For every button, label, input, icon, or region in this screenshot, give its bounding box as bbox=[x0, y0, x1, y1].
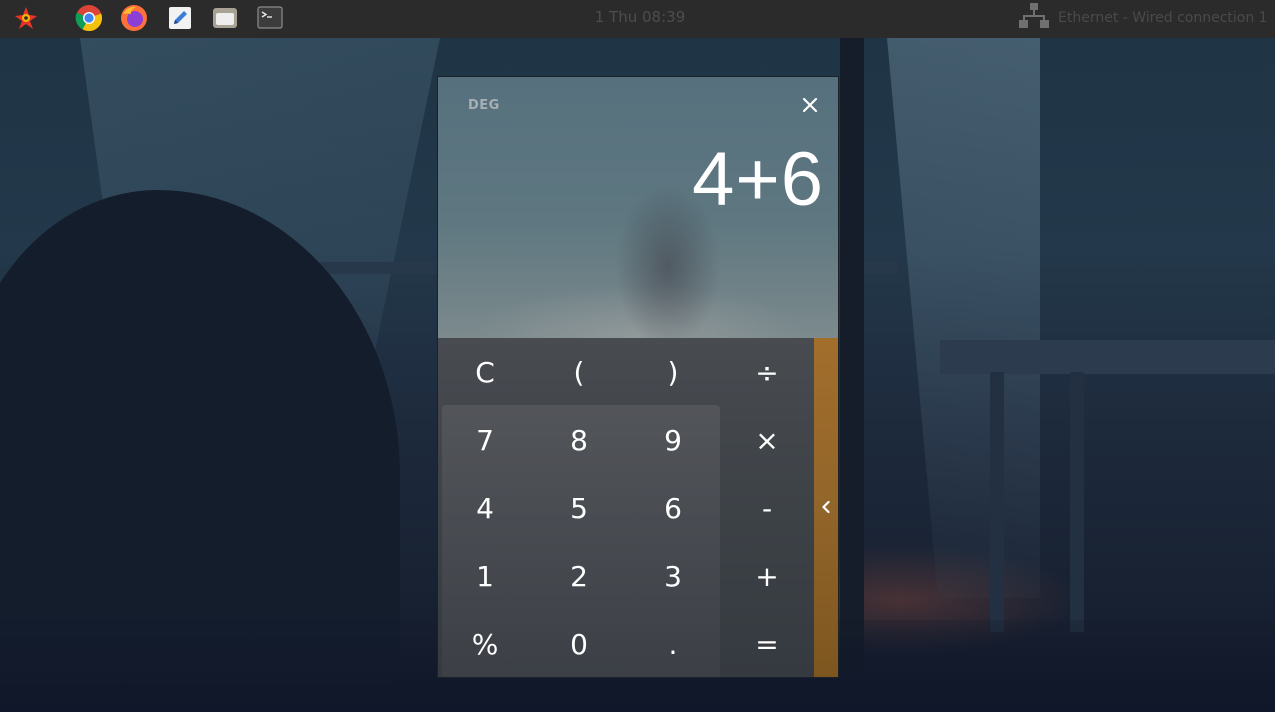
equals-button[interactable]: = bbox=[720, 610, 814, 677]
digit-4-button[interactable]: 4 bbox=[438, 474, 532, 542]
percent-button[interactable]: % bbox=[438, 610, 532, 677]
digit-3-button[interactable]: 3 bbox=[626, 542, 720, 610]
angle-mode-toggle[interactable]: DEG bbox=[468, 98, 500, 113]
advanced-panel-toggle[interactable] bbox=[814, 338, 838, 677]
wallpaper-table-leg bbox=[990, 372, 1004, 632]
close-icon bbox=[802, 97, 818, 117]
network-indicator[interactable]: Ethernet - Wired connection 1 bbox=[1018, 3, 1268, 33]
digit-6-button[interactable]: 6 bbox=[626, 474, 720, 542]
expression-display: 4+6 bbox=[692, 137, 824, 222]
file-manager-icon[interactable] bbox=[211, 4, 239, 32]
network-label: Ethernet - Wired connection 1 bbox=[1058, 10, 1268, 26]
keypad: C() ÷ 7 8 9 × 4 5 6- 1 2 3 +% 0. = bbox=[438, 338, 814, 677]
wallpaper-table-leg bbox=[1070, 372, 1084, 632]
system-menu-icon[interactable] bbox=[12, 4, 40, 32]
digit-7-button[interactable]: 7 bbox=[438, 406, 532, 474]
subtract-button[interactable]: - bbox=[720, 474, 814, 542]
open-paren-button[interactable]: ( bbox=[532, 338, 626, 406]
wallpaper-curtain-right bbox=[887, 38, 1040, 598]
calculator-display: DEG 4+6 bbox=[438, 77, 838, 338]
wallpaper-table bbox=[940, 340, 1275, 374]
network-icon bbox=[1018, 2, 1050, 34]
wallpaper-window-frame bbox=[840, 38, 864, 678]
chevron-left-icon bbox=[821, 499, 831, 518]
divide-button[interactable]: ÷ bbox=[720, 338, 814, 406]
multiply-button[interactable]: × bbox=[720, 406, 814, 474]
text-editor-icon[interactable] bbox=[166, 4, 194, 32]
close-button[interactable] bbox=[794, 91, 826, 123]
digit-9-button[interactable]: 9 bbox=[626, 406, 720, 474]
clock[interactable]: 1 Thu 08:39 bbox=[560, 8, 720, 26]
digit-5-button[interactable]: 5 bbox=[532, 474, 626, 542]
terminal-icon[interactable] bbox=[256, 4, 284, 32]
digit-0-button[interactable]: 0 bbox=[532, 610, 626, 677]
decimal-button[interactable]: . bbox=[626, 610, 720, 677]
digit-2-button[interactable]: 2 bbox=[532, 542, 626, 610]
digit-8-button[interactable]: 8 bbox=[532, 406, 626, 474]
close-paren-button[interactable]: ) bbox=[626, 338, 720, 406]
clear-button[interactable]: C bbox=[438, 338, 532, 406]
top-panel: 1 Thu 08:39 Ethernet - Wired connection … bbox=[0, 0, 1275, 38]
digit-1-button[interactable]: 1 bbox=[438, 542, 532, 610]
firefox-icon[interactable] bbox=[120, 4, 148, 32]
add-button[interactable]: + bbox=[720, 542, 814, 610]
chrome-icon[interactable] bbox=[75, 4, 103, 32]
calculator-window: DEG 4+6 C() ÷ 7 8 9 × 4 5 6- 1 2 3 +% 0. = bbox=[437, 76, 839, 678]
